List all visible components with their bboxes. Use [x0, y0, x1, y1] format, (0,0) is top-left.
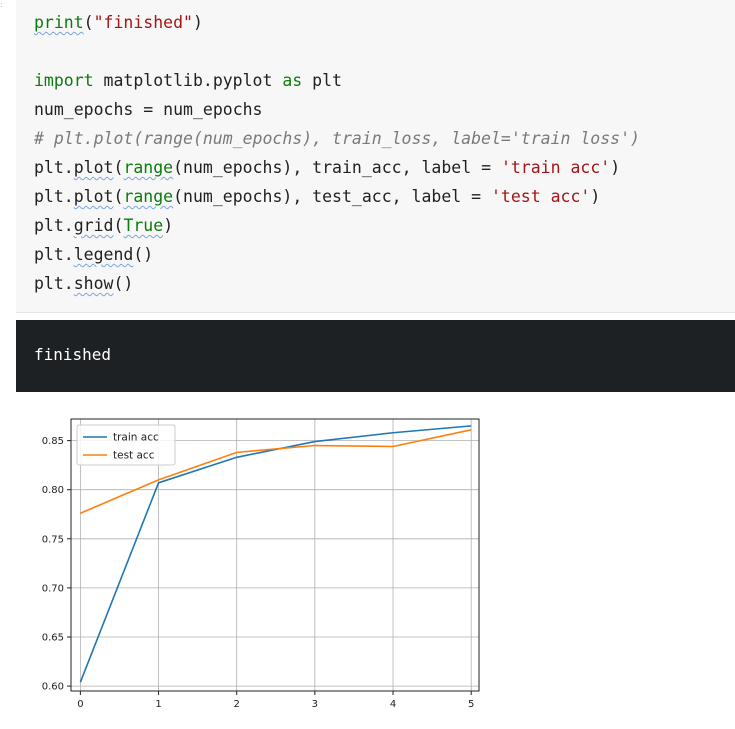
output-area: finished [16, 320, 735, 392]
legend-label: train acc [113, 432, 159, 444]
code-line-1: print("finished") [34, 13, 203, 32]
code-line-9: plt.legend() [34, 245, 154, 264]
legend-label: test acc [113, 450, 155, 462]
y-tick-label: 0.75 [42, 534, 64, 545]
y-tick-label: 0.85 [42, 436, 64, 447]
code-line-7: plt.plot(range(num_epochs), test_acc, la… [34, 187, 601, 206]
x-tick-label: 3 [312, 699, 318, 710]
x-tick-label: 5 [468, 699, 474, 710]
code-line-8: plt.grid(True) [34, 216, 174, 235]
code-line-3: import matplotlib.pyplot as plt [34, 71, 342, 90]
x-tick-label: 4 [390, 699, 396, 710]
accuracy-chart: 0 1 2 3 4 5 0.60 0.65 0.70 0.75 0.80 0.85 train acc… [42, 418, 480, 710]
code-line-10: plt.show() [34, 274, 134, 293]
y-tick-label: 0.70 [42, 583, 64, 594]
cell-margin-marker: : [0, 0, 3, 9]
chart-legend: train acc test acc [76, 424, 176, 466]
y-tick-label: 0.65 [42, 632, 64, 643]
code-cell[interactable]: print("finished") import matplotlib.pypl… [16, 0, 735, 313]
code-line-4: num_epochs = num_epochs [34, 100, 263, 119]
output-text: finished [34, 345, 112, 364]
chart-ticks: 0 1 2 3 4 5 0.60 0.65 0.70 0.75 0.80 0.85 [42, 436, 475, 710]
x-tick-label: 1 [155, 699, 161, 710]
code-editor[interactable]: print("finished") import matplotlib.pypl… [34, 8, 640, 298]
y-tick-label: 0.60 [42, 682, 64, 693]
x-tick-label: 0 [77, 699, 83, 710]
code-line-6: plt.plot(range(num_epochs), train_acc, l… [34, 158, 621, 177]
code-line-5: # plt.plot(range(num_epochs), train_loss… [34, 129, 640, 148]
y-tick-label: 0.80 [42, 485, 64, 496]
x-tick-label: 2 [234, 699, 240, 710]
